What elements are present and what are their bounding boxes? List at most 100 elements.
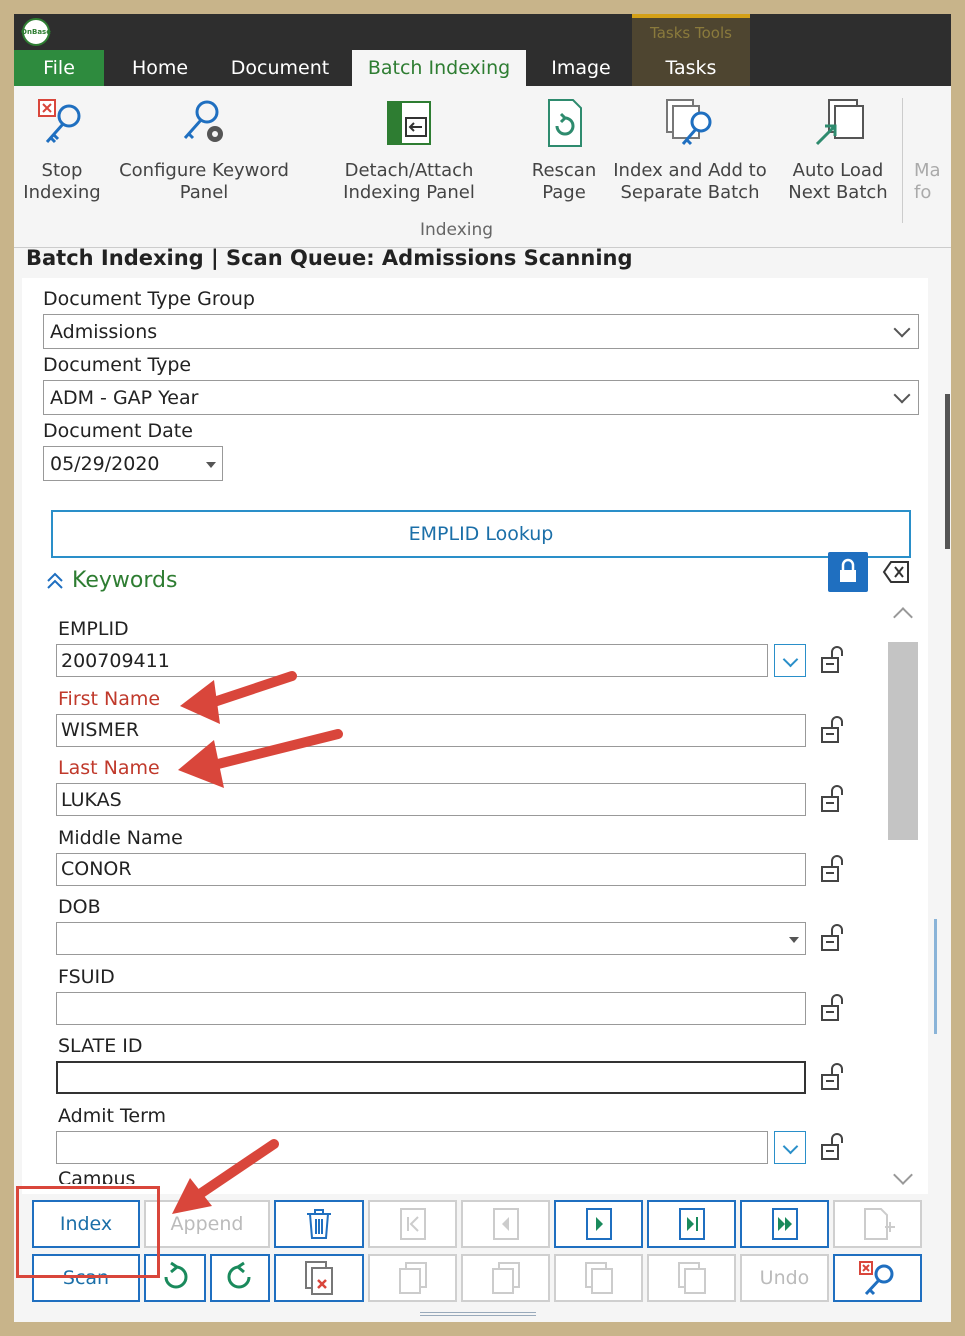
unlock-icon[interactable] [820, 1063, 848, 1091]
application-window: OnBase Tasks Tools File Home Document Ba… [14, 14, 951, 1322]
keyword-input-fsuid[interactable] [56, 991, 806, 1025]
keywords-header[interactable]: Keywords [46, 568, 177, 593]
outer-scrollbar[interactable] [945, 394, 950, 549]
lock-icon [840, 558, 856, 582]
indexing-panel: Document Type Group Admissions Document … [22, 278, 928, 1322]
stop-key-icon [858, 1261, 893, 1296]
collapse-chevron-up-icon [47, 572, 63, 589]
outer-scrollbar-lower[interactable] [934, 919, 937, 1034]
index-add-batch-icon [666, 99, 712, 146]
doc-type-group-value: Admissions [50, 320, 158, 343]
next-page-icon [585, 1208, 612, 1240]
keyword-input-slate-id[interactable] [56, 1061, 806, 1094]
stop-indexing-button[interactable]: Stop Indexing [18, 96, 106, 204]
rotate-right-button[interactable] [210, 1254, 270, 1302]
move-previous-icon [491, 1262, 520, 1294]
detach-attach-label: Detach/Attach Indexing Panel [343, 160, 475, 203]
emplid-lookup-button[interactable]: EMPLID Lookup [51, 510, 911, 558]
scroll-up-icon[interactable] [893, 607, 913, 627]
move-next-button[interactable] [554, 1254, 643, 1302]
unlock-icon[interactable] [820, 1132, 848, 1161]
annotation-arrow-index [172, 1139, 279, 1214]
move-next-icon [584, 1262, 613, 1294]
stop-indexing-toolbar-button[interactable] [833, 1254, 922, 1302]
next-document-button[interactable] [740, 1200, 829, 1248]
index-add-separate-batch-button[interactable]: Index and Add to Separate Batch [612, 96, 768, 204]
keyword-input-dob[interactable] [56, 922, 806, 955]
previous-page-icon [492, 1208, 519, 1240]
keyword-label-first-name: First Name [58, 687, 161, 710]
date-dropdown-icon [789, 937, 799, 943]
tab-tasks[interactable]: Tasks [634, 50, 748, 86]
backspace-clear-icon [882, 561, 909, 583]
tab-image[interactable]: Image [536, 50, 626, 86]
move-last-button[interactable] [647, 1254, 736, 1302]
clear-keywords-button[interactable] [882, 558, 912, 586]
add-page-icon [863, 1208, 895, 1240]
keyword-input-emplid[interactable]: 200709411 [56, 644, 768, 677]
move-first-button[interactable] [368, 1254, 457, 1302]
auto-load-next-batch-button[interactable]: Auto Load Next Batch [782, 96, 894, 204]
tab-home[interactable]: Home [112, 50, 208, 86]
unlock-icon[interactable] [820, 924, 848, 952]
panel-resize-grip[interactable] [420, 1312, 536, 1316]
tab-batch-indexing[interactable]: Batch Indexing [352, 50, 526, 86]
page-title: Batch Indexing | Scan Queue: Admissions … [26, 246, 633, 270]
move-previous-button[interactable] [461, 1254, 550, 1302]
doc-type-group-select[interactable]: Admissions [43, 314, 919, 349]
keyword-dropdown-emplid[interactable] [774, 644, 806, 677]
chevron-down-icon [893, 386, 911, 404]
doc-type-group-label: Document Type Group [43, 288, 255, 310]
first-page-button[interactable] [368, 1200, 457, 1248]
rescan-page-label: Rescan Page [531, 160, 597, 203]
unlock-icon[interactable] [820, 993, 848, 1022]
undo-button[interactable]: Undo [740, 1254, 829, 1302]
delete-button[interactable] [274, 1200, 364, 1248]
move-last-icon [677, 1262, 706, 1294]
first-page-icon [399, 1208, 426, 1240]
keyword-label-slate-id: SLATE ID [58, 1035, 143, 1057]
doc-date-value: 05/29/2020 [50, 452, 160, 475]
doc-date-label: Document Date [43, 420, 193, 442]
next-page-button[interactable] [554, 1200, 643, 1248]
keyword-label-dob: DOB [58, 896, 101, 918]
scroll-down-icon[interactable] [893, 1165, 913, 1185]
unlock-icon[interactable] [820, 785, 848, 813]
last-page-button[interactable] [647, 1200, 736, 1248]
keyword-dropdown-admit-term[interactable] [774, 1130, 806, 1164]
cut-off-ribbon-button[interactable]: Mar fo [914, 160, 951, 204]
doc-type-select[interactable]: ADM - GAP Year [43, 380, 919, 415]
keyword-input-first-name[interactable]: WISMER [56, 713, 806, 747]
previous-page-button[interactable] [461, 1200, 550, 1248]
ribbon-group-label: Indexing [419, 220, 494, 240]
doc-type-label: Document Type [43, 354, 192, 376]
unlock-icon[interactable] [820, 646, 848, 674]
doc-date-picker[interactable]: 05/29/2020 [43, 446, 223, 481]
keyword-label-last-name: Last Name [58, 757, 160, 779]
add-page-button[interactable] [833, 1200, 922, 1248]
tab-document[interactable]: Document [220, 50, 340, 86]
keyword-scrollbar-thumb[interactable] [888, 642, 918, 840]
configure-keyword-panel-button[interactable]: Configure Keyword Panel [118, 96, 290, 204]
detach-panel-icon [387, 101, 431, 145]
keyword-label-admit-term: Admit Term [58, 1104, 167, 1127]
keyword-input-middle-name[interactable]: CONOR [56, 852, 806, 886]
auto-load-next-batch-label: Auto Load Next Batch [788, 160, 888, 203]
unlock-icon[interactable] [820, 715, 848, 744]
delete-page-button[interactable] [274, 1254, 364, 1302]
rescan-page-button[interactable]: Rescan Page [526, 96, 602, 204]
keyword-label-fsuid: FSUID [58, 965, 115, 988]
tab-file[interactable]: File [14, 50, 104, 86]
ribbon-tab-bar: OnBase Tasks Tools File Home Document Ba… [14, 14, 951, 86]
lock-keywords-button[interactable] [828, 552, 868, 592]
stop-indexing-key-icon [38, 99, 81, 144]
keyword-input-admit-term[interactable] [56, 1130, 768, 1164]
rescan-page-icon [548, 99, 582, 147]
trash-icon [307, 1209, 331, 1239]
keyword-label-campus: Campus [58, 1168, 136, 1184]
keyword-value-first-name: WISMER [61, 719, 140, 741]
unlock-icon[interactable] [820, 854, 848, 883]
detach-attach-indexing-panel-button[interactable]: Detach/Attach Indexing Panel [306, 96, 512, 204]
configure-key-gear-icon [183, 100, 223, 142]
keyword-input-last-name[interactable]: LUKAS [56, 783, 806, 816]
